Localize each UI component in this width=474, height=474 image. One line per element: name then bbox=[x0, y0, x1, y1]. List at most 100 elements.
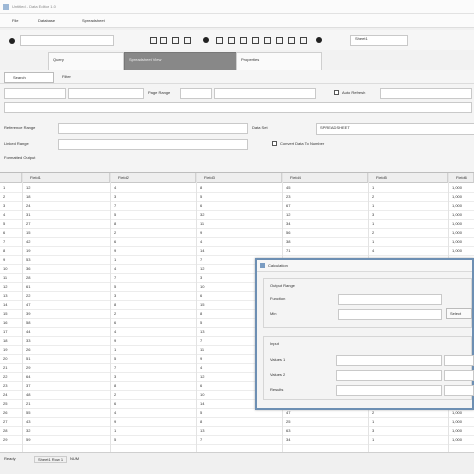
table-cell[interactable]: 1,000 bbox=[452, 221, 462, 226]
table-cell[interactable]: 5 bbox=[200, 410, 202, 415]
table-cell[interactable]: 9 bbox=[114, 338, 116, 343]
table-cell[interactable]: 5 bbox=[200, 320, 202, 325]
table-cell[interactable]: 59 bbox=[26, 437, 30, 442]
sort-icon[interactable] bbox=[276, 37, 283, 44]
table-cell[interactable]: 8 bbox=[200, 185, 202, 190]
table-cell[interactable]: 1 bbox=[114, 257, 116, 262]
table-cell[interactable]: 3 bbox=[114, 374, 116, 379]
new-icon[interactable] bbox=[150, 37, 157, 44]
table-cell[interactable]: 1,000 bbox=[452, 248, 462, 253]
chart-icon[interactable] bbox=[288, 37, 295, 44]
table-cell[interactable]: 6 bbox=[114, 239, 116, 244]
table-cell[interactable]: 34 bbox=[286, 437, 290, 442]
redo-icon[interactable] bbox=[264, 37, 271, 44]
field-a[interactable] bbox=[4, 88, 66, 99]
table-cell[interactable]: 44 bbox=[26, 329, 30, 334]
table-cell[interactable]: 32 bbox=[26, 428, 30, 433]
auto-refresh-checkbox[interactable] bbox=[334, 90, 339, 95]
copy-icon[interactable] bbox=[228, 37, 235, 44]
table-cell[interactable]: 5 bbox=[200, 194, 202, 199]
table-cell[interactable]: 7 bbox=[200, 257, 202, 262]
field-row2[interactable] bbox=[4, 102, 472, 113]
table-cell[interactable]: 63 bbox=[286, 428, 290, 433]
table-cell[interactable]: 37 bbox=[26, 383, 30, 388]
table-cell[interactable]: 51 bbox=[26, 356, 30, 361]
table-cell[interactable]: 47 bbox=[26, 302, 30, 307]
values2-field[interactable] bbox=[336, 370, 442, 381]
table-cell[interactable]: 38 bbox=[286, 239, 290, 244]
auto-refresh-field[interactable] bbox=[380, 88, 472, 99]
column-header[interactable]: Field1 bbox=[22, 173, 110, 183]
table-cell[interactable]: 4 bbox=[114, 410, 116, 415]
table-cell[interactable]: 2 bbox=[372, 410, 374, 415]
table-cell[interactable]: 4 bbox=[114, 329, 116, 334]
function-field[interactable] bbox=[338, 294, 442, 305]
column-header[interactable]: Field4 bbox=[282, 173, 368, 183]
table-cell[interactable]: 2 bbox=[372, 230, 374, 235]
table-cell[interactable]: 9 bbox=[114, 248, 116, 253]
table-cell[interactable]: 7 bbox=[200, 437, 202, 442]
menu-item-file[interactable]: File bbox=[12, 18, 18, 23]
field-b[interactable] bbox=[68, 88, 144, 99]
table-cell[interactable]: 1 bbox=[372, 437, 374, 442]
table-cell[interactable]: 2 bbox=[114, 230, 116, 235]
table-cell[interactable]: 3 bbox=[200, 275, 202, 280]
table-cell[interactable]: 4 bbox=[114, 266, 116, 271]
convert-checkbox[interactable] bbox=[272, 141, 277, 146]
table-cell[interactable]: 39 bbox=[26, 311, 30, 316]
column-header[interactable]: Field5 bbox=[368, 173, 448, 183]
table-cell[interactable]: 1 bbox=[114, 347, 116, 352]
table-cell[interactable]: 23 bbox=[286, 194, 290, 199]
subtab-search[interactable]: Search bbox=[4, 72, 54, 83]
table-cell[interactable]: 43 bbox=[26, 419, 30, 424]
table-cell[interactable]: 25 bbox=[286, 419, 290, 424]
table-cell[interactable]: 6 bbox=[200, 293, 202, 298]
column-header[interactable]: Field3 bbox=[196, 173, 282, 183]
table-cell[interactable]: 11 bbox=[200, 347, 204, 352]
table-cell[interactable]: 1,000 bbox=[452, 437, 462, 442]
table-cell[interactable]: 9 bbox=[114, 419, 116, 424]
min-field[interactable] bbox=[338, 309, 442, 320]
table-cell[interactable]: 1,000 bbox=[452, 194, 462, 199]
table-cell[interactable]: 21 bbox=[26, 401, 30, 406]
table-cell[interactable]: 1,000 bbox=[452, 419, 462, 424]
table-cell[interactable]: 1,000 bbox=[452, 428, 462, 433]
table-cell[interactable]: 1 bbox=[372, 239, 374, 244]
save-icon[interactable] bbox=[172, 37, 179, 44]
table-cell[interactable]: 1,000 bbox=[452, 410, 462, 415]
table-cell[interactable]: 5 bbox=[114, 356, 116, 361]
table-cell[interactable]: 4 bbox=[372, 248, 374, 253]
table-cell[interactable]: 32 bbox=[200, 212, 204, 217]
table-cell[interactable]: 13 bbox=[200, 329, 204, 334]
table-cell[interactable]: 29 bbox=[26, 365, 30, 370]
filter-icon[interactable] bbox=[184, 37, 191, 44]
table-cell[interactable]: 22 bbox=[26, 293, 30, 298]
menu-item-spreadsheet[interactable]: Spreadsheet bbox=[82, 18, 105, 23]
table-cell[interactable]: 15 bbox=[26, 230, 30, 235]
table-cell[interactable]: 2 bbox=[114, 392, 116, 397]
table-cell[interactable]: 9 bbox=[200, 230, 202, 235]
table-cell[interactable]: 4 bbox=[200, 365, 202, 370]
table-cell[interactable]: 6 bbox=[200, 383, 202, 388]
record-icon[interactable] bbox=[9, 38, 15, 44]
table-cell[interactable]: 1 bbox=[372, 419, 374, 424]
table-cell[interactable]: 61 bbox=[26, 284, 30, 289]
table-cell[interactable]: 53 bbox=[26, 257, 30, 262]
table-cell[interactable]: 9 bbox=[200, 356, 202, 361]
table-cell[interactable]: 8 bbox=[200, 419, 202, 424]
table-cell[interactable]: 5 bbox=[114, 212, 116, 217]
results-extra-field[interactable] bbox=[444, 385, 474, 396]
run-icon[interactable] bbox=[316, 37, 322, 43]
values1-extra-field[interactable] bbox=[444, 355, 474, 366]
table-cell[interactable]: 14 bbox=[200, 248, 204, 253]
table-cell[interactable]: 12 bbox=[286, 212, 290, 217]
table-cell[interactable]: 11 bbox=[200, 221, 204, 226]
results-field[interactable] bbox=[336, 385, 442, 396]
menu-item-database[interactable]: Database bbox=[38, 18, 55, 23]
table-cell[interactable]: 6 bbox=[114, 401, 116, 406]
table-cell[interactable]: 19 bbox=[26, 248, 30, 253]
table-cell[interactable]: 1 bbox=[114, 428, 116, 433]
toolbar-path-field[interactable] bbox=[20, 35, 114, 46]
table-cell[interactable]: 8 bbox=[200, 311, 202, 316]
table-cell[interactable]: 48 bbox=[26, 392, 30, 397]
